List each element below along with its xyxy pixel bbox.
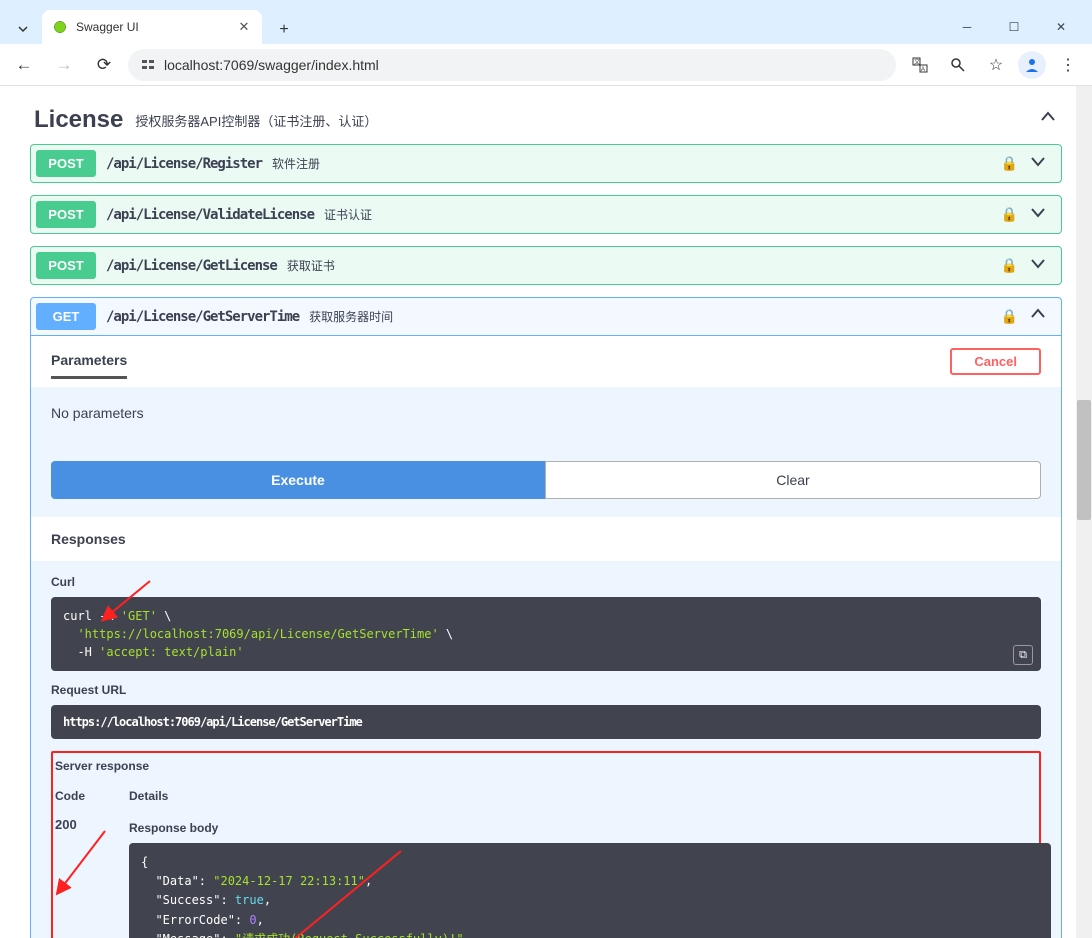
svg-text:A: A [921, 67, 925, 73]
curl-block: curl -X 'GET' \ 'https://localhost:7069/… [51, 597, 1041, 671]
browser-tab-strip: Swagger UI ✕ + ─ ☐ ✕ [0, 0, 1092, 44]
endpoint-get-license: POST /api/License/GetLicense 获取证书 🔒 [30, 246, 1062, 285]
reload-button[interactable]: ⟳ [88, 49, 120, 81]
chevron-down-icon [1028, 202, 1048, 228]
endpoint-path: /api/License/Register [106, 156, 262, 172]
profile-avatar[interactable] [1018, 51, 1046, 79]
endpoint-get-server-time: GET /api/License/GetServerTime 获取服务器时间 🔒… [30, 297, 1062, 938]
close-window-button[interactable]: ✕ [1038, 10, 1084, 44]
endpoint-path: /api/License/GetLicense [106, 258, 277, 274]
endpoint-register: POST /api/License/Register 软件注册 🔒 [30, 144, 1062, 183]
swagger-favicon [52, 19, 68, 35]
tag-name: License [34, 106, 123, 134]
copy-icon[interactable]: ⧉ [1013, 645, 1033, 665]
address-bar[interactable]: localhost:7069/swagger/index.html [128, 49, 896, 81]
responses-heading: Responses [51, 531, 1041, 547]
endpoint-desc: 证书认证 [324, 206, 372, 223]
lock-icon[interactable]: 🔒 [1001, 308, 1018, 325]
details-header: Details [129, 783, 1037, 809]
method-badge: POST [36, 150, 96, 177]
close-icon[interactable]: ✕ [236, 19, 252, 35]
status-code: 200 [55, 811, 127, 938]
chevron-up-icon [1028, 304, 1048, 330]
endpoint-desc: 获取服务器时间 [309, 308, 393, 325]
response-body-label: Response body [129, 821, 1037, 835]
endpoint-path: /api/License/ValidateLicense [106, 207, 314, 223]
new-tab-button[interactable]: + [270, 16, 298, 44]
execute-button[interactable]: Execute [51, 461, 545, 499]
code-header: Code [55, 783, 127, 809]
endpoint-summary[interactable]: POST /api/License/Register 软件注册 🔒 [31, 145, 1061, 182]
no-parameters-text: No parameters [31, 387, 1061, 461]
url-text: localhost:7069/swagger/index.html [164, 57, 379, 73]
endpoint-validate-license: POST /api/License/ValidateLicense 证书认证 🔒 [30, 195, 1062, 234]
forward-button[interactable]: → [48, 49, 80, 81]
lock-icon[interactable]: 🔒 [1001, 155, 1018, 172]
browser-toolbar: ← → ⟳ localhost:7069/swagger/index.html … [0, 44, 1092, 86]
back-button[interactable]: ← [8, 49, 40, 81]
curl-label: Curl [51, 575, 1041, 589]
lock-icon[interactable]: 🔒 [1001, 257, 1018, 274]
request-url-label: Request URL [51, 683, 1041, 697]
translate-icon[interactable]: 文A [904, 49, 936, 81]
chevron-up-icon [1038, 107, 1058, 133]
chevron-down-icon [1028, 151, 1048, 177]
method-badge: POST [36, 252, 96, 279]
scrollbar-thumb[interactable] [1077, 400, 1091, 520]
svg-text:文: 文 [914, 58, 920, 66]
zoom-icon[interactable] [942, 49, 974, 81]
maximize-button[interactable]: ☐ [991, 10, 1037, 44]
clear-button[interactable]: Clear [545, 461, 1041, 499]
menu-icon[interactable]: ⋮ [1052, 49, 1084, 81]
endpoint-path: /api/License/GetServerTime [106, 309, 299, 325]
tab-search-dropdown[interactable] [8, 14, 38, 44]
tag-description: 授权服务器API控制器（证书注册、认证） [135, 111, 377, 130]
browser-tab[interactable]: Swagger UI ✕ [42, 10, 262, 44]
endpoint-desc: 获取证书 [287, 257, 335, 274]
tab-title: Swagger UI [76, 20, 228, 34]
method-badge: POST [36, 201, 96, 228]
lock-icon[interactable]: 🔒 [1001, 206, 1018, 223]
endpoint-summary[interactable]: POST /api/License/GetLicense 获取证书 🔒 [31, 247, 1061, 284]
server-response-label: Server response [53, 759, 1039, 773]
request-url-block: https://localhost:7069/api/License/GetSe… [51, 705, 1041, 739]
endpoint-summary[interactable]: GET /api/License/GetServerTime 获取服务器时间 🔒 [31, 298, 1061, 335]
method-badge: GET [36, 303, 96, 330]
endpoint-desc: 软件注册 [272, 155, 320, 172]
bookmark-icon[interactable]: ☆ [980, 49, 1012, 81]
parameters-tab[interactable]: Parameters [51, 344, 127, 379]
site-info-icon[interactable] [140, 57, 156, 73]
endpoint-summary[interactable]: POST /api/License/ValidateLicense 证书认证 🔒 [31, 196, 1061, 233]
minimize-button[interactable]: ─ [944, 10, 990, 44]
tag-header-license[interactable]: License 授权服务器API控制器（证书注册、认证） [30, 96, 1062, 144]
response-body-block: { "Data": "2024-12-17 22:13:11", "Succes… [129, 843, 1051, 938]
chevron-down-icon [1028, 253, 1048, 279]
cancel-button[interactable]: Cancel [950, 348, 1041, 375]
